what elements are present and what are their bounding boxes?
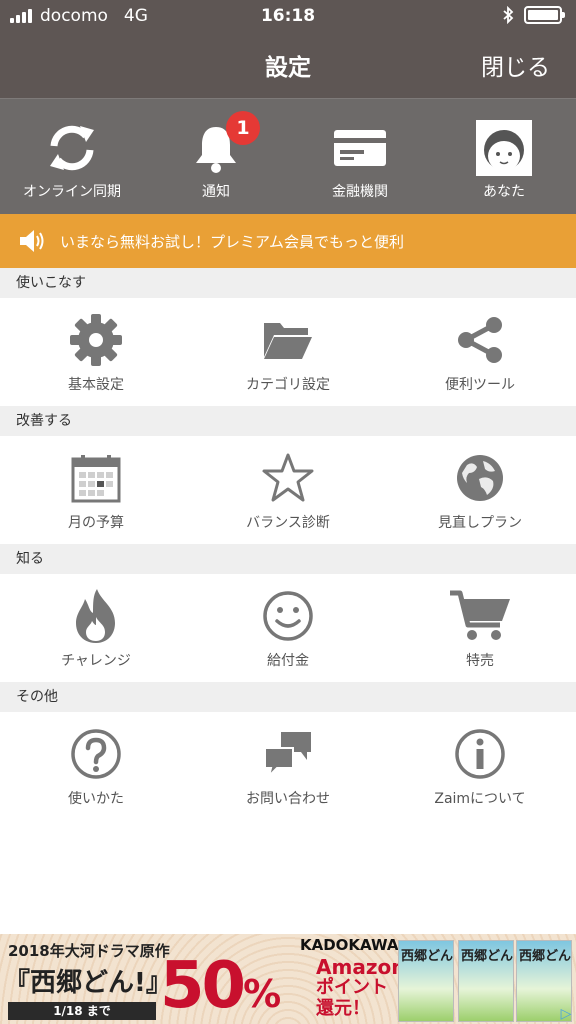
section-grid-learn: チャレンジ 給付金 特売 — [0, 574, 576, 682]
special-sale-label: 特売 — [466, 653, 494, 669]
battery-icon — [524, 6, 565, 24]
ad-percent: 50% — [160, 948, 281, 1024]
ad-percent-sign: % — [243, 972, 281, 1016]
basic-settings-label: 基本設定 — [68, 377, 124, 393]
smiley-icon — [263, 591, 313, 641]
ad-point: ポイント — [316, 977, 388, 998]
section-grid-improve: 月の予算 バランス診断 見直しプラン — [0, 436, 576, 544]
empty-area — [0, 822, 576, 934]
section-header-other: その他 — [0, 682, 576, 712]
question-icon — [71, 729, 121, 779]
card-icon — [334, 130, 386, 166]
close-button[interactable]: 閉じる — [481, 48, 550, 82]
balance-diagnosis-label: バランス診断 — [246, 515, 330, 531]
promo-text: いまなら無料お試し！プレミアム会員でもっと便利 — [60, 232, 404, 251]
star-icon — [262, 453, 314, 502]
flame-icon — [76, 589, 115, 643]
benefits-button[interactable]: 給付金 — [192, 574, 384, 682]
section-header-improve: 改善する — [0, 406, 576, 436]
globe-icon — [457, 455, 503, 501]
profile-label: あなた — [483, 184, 525, 200]
share-icon — [458, 317, 502, 363]
about-zaim-label: Zaimについて — [434, 791, 526, 807]
top-shortcut-row: オンライン同期 1 通知 金融機関 あなた — [0, 98, 576, 214]
challenge-button[interactable]: チャレンジ — [0, 574, 192, 682]
basic-settings-button[interactable]: 基本設定 — [0, 298, 192, 406]
category-settings-label: カテゴリ設定 — [246, 377, 330, 393]
avatar-icon — [476, 120, 532, 176]
ad-brand: KADOKAWA — [300, 936, 399, 954]
section-grid-master: 基本設定 カテゴリ設定 便利ツール — [0, 298, 576, 406]
speaker-icon — [20, 230, 44, 252]
about-zaim-button[interactable]: Zaimについて — [384, 712, 576, 820]
contact-label: お問い合わせ — [246, 791, 330, 807]
ad-percent-value: 50 — [160, 949, 246, 1023]
section-grid-other: 使いかた お問い合わせ Zaimについて — [0, 712, 576, 820]
challenge-label: チャレンジ — [61, 653, 131, 669]
section-header-master: 使いこなす — [0, 268, 576, 298]
ad-deadline: 1/18 まで — [8, 1002, 156, 1020]
notification-button[interactable]: 1 通知 — [144, 99, 288, 214]
ad-title: 『西郷どん!』 — [4, 968, 172, 998]
top-bar: docomo 4G 16:18 設定 閉じる — [0, 0, 576, 98]
profile-button[interactable]: あなた — [432, 99, 576, 214]
how-to-use-label: 使いかた — [68, 791, 124, 807]
benefits-label: 給付金 — [267, 653, 309, 669]
cart-icon — [450, 590, 510, 640]
ad-headline: 2018年大河ドラマ原作 — [8, 942, 170, 960]
online-sync-button[interactable]: オンライン同期 — [0, 99, 144, 214]
useful-tools-button[interactable]: 便利ツール — [384, 298, 576, 406]
notification-label: 通知 — [202, 184, 230, 200]
useful-tools-label: 便利ツール — [445, 377, 515, 393]
balance-diagnosis-button[interactable]: バランス診断 — [192, 436, 384, 544]
status-bar: docomo 4G 16:18 — [0, 0, 576, 32]
category-settings-button[interactable]: カテゴリ設定 — [192, 298, 384, 406]
bluetooth-icon — [503, 6, 514, 24]
ad-book-cover: 西郷どん — [458, 940, 514, 1022]
folder-icon — [264, 323, 312, 359]
ad-amazon: Amazon — [316, 955, 406, 979]
review-plan-button[interactable]: 見直しプラン — [384, 436, 576, 544]
contact-button[interactable]: お問い合わせ — [192, 712, 384, 820]
chat-icon — [264, 732, 311, 778]
ad-choices-icon[interactable]: ▷ — [558, 1006, 574, 1022]
info-icon — [455, 729, 505, 779]
ad-kangen: 還元！ — [316, 998, 370, 1019]
ad-book-cover: 西郷どん — [398, 940, 454, 1022]
monthly-budget-label: 月の予算 — [68, 515, 124, 531]
status-time: 16:18 — [260, 6, 316, 26]
special-sale-button[interactable]: 特売 — [384, 574, 576, 682]
section-header-learn: 知る — [0, 544, 576, 574]
review-plan-label: 見直しプラン — [438, 515, 522, 531]
how-to-use-button[interactable]: 使いかた — [0, 712, 192, 820]
online-sync-label: オンライン同期 — [23, 184, 121, 200]
notification-badge: 1 — [226, 111, 260, 145]
sync-icon — [50, 125, 94, 171]
financial-institution-button[interactable]: 金融機関 — [288, 99, 432, 214]
monthly-budget-button[interactable]: 月の予算 — [0, 436, 192, 544]
ad-banner[interactable]: 2018年大河ドラマ原作 『西郷どん!』 1/18 まで 50% KADOKAW… — [0, 934, 576, 1024]
financial-institution-label: 金融機関 — [332, 184, 388, 200]
calendar-icon — [71, 455, 121, 503]
gear-icon — [70, 314, 122, 366]
premium-promo-banner[interactable]: いまなら無料お試し！プレミアム会員でもっと便利 — [0, 214, 576, 268]
